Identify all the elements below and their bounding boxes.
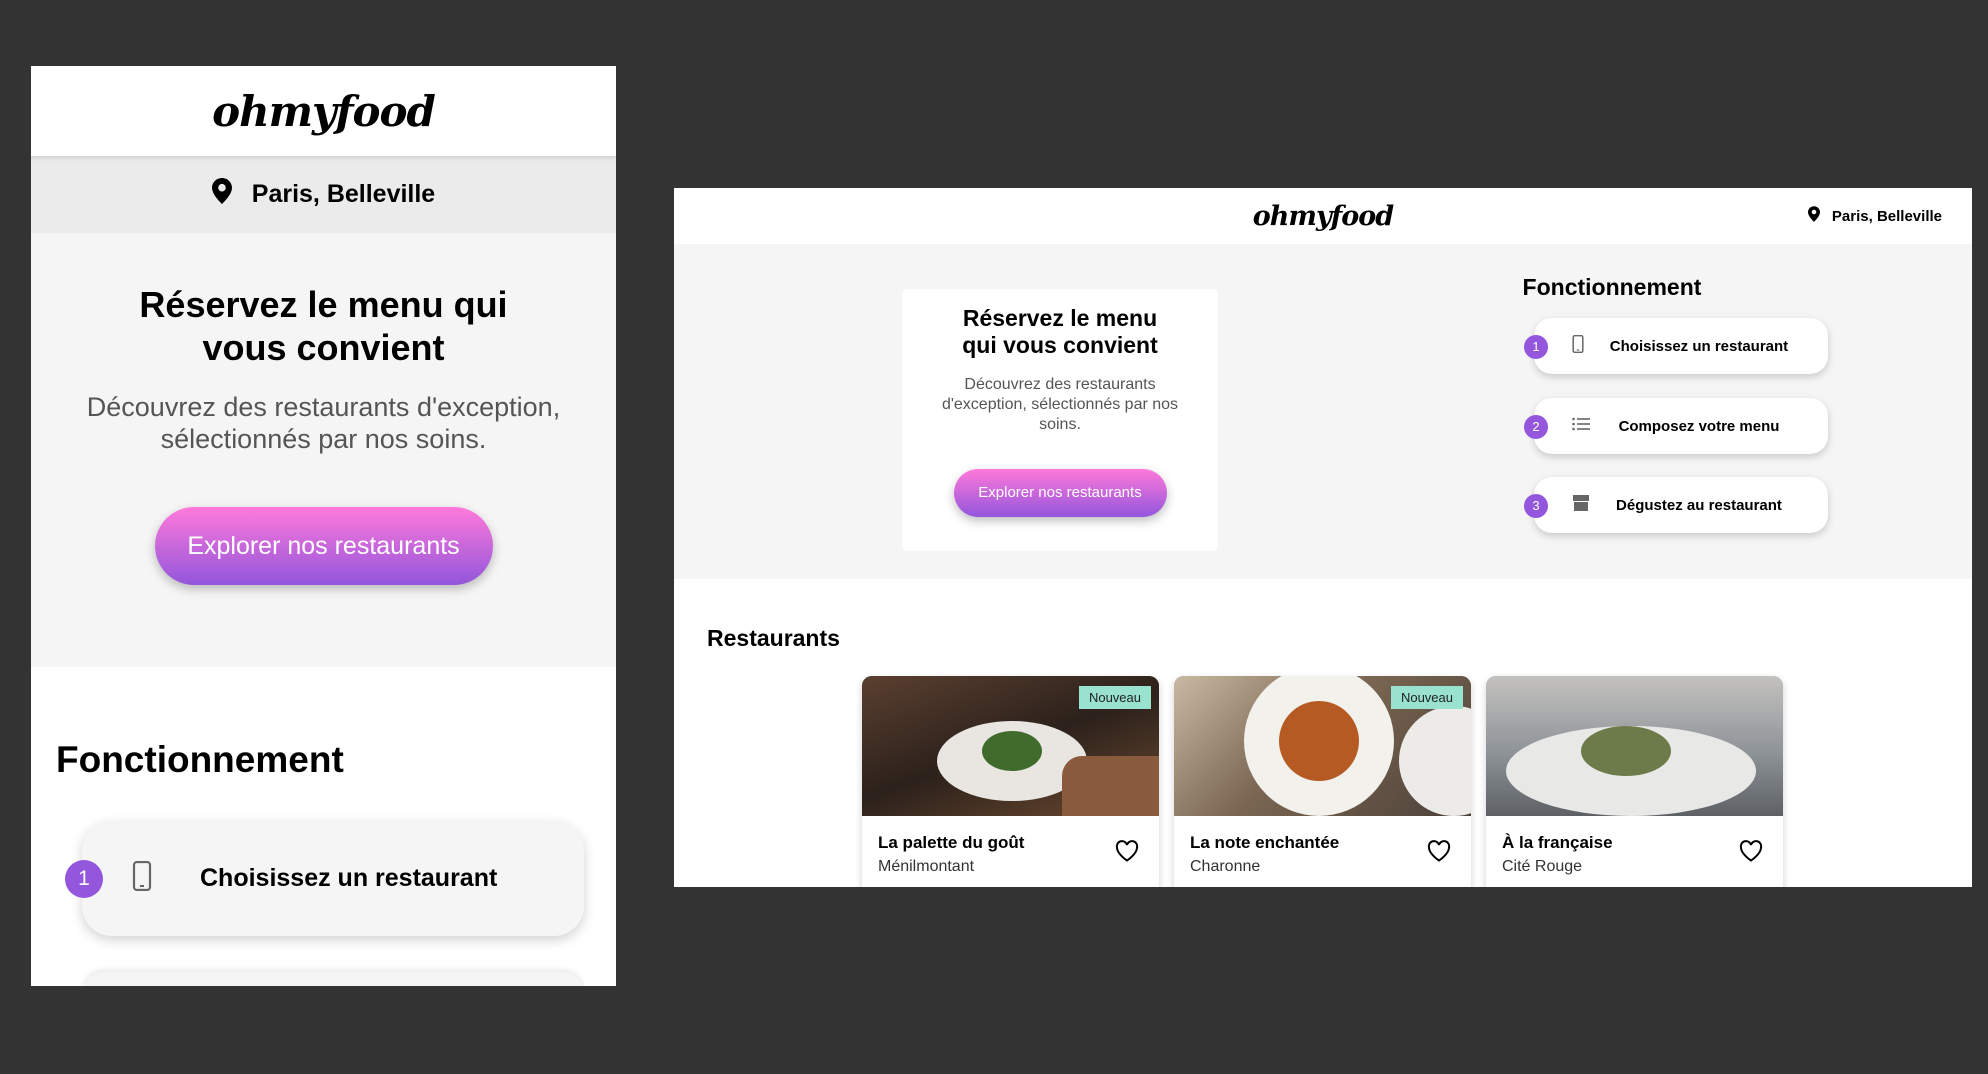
location-label: Paris, Belleville: [251, 180, 436, 208]
hero-subtitle: Découvrez des restaurants d'exception, s…: [86, 392, 561, 454]
step-label: Choisissez un restaurant: [200, 864, 498, 892]
how-title: Fonctionnement: [56, 739, 344, 780]
restaurants-title: Restaurants: [707, 625, 840, 651]
step-label: Dégustez au restaurant: [1616, 496, 1782, 514]
hero-title: Réservez le menu qui vous convient: [962, 305, 1158, 358]
restaurant-info: La note enchantée Charonne: [1174, 816, 1471, 876]
step-label: Choisissez un restaurant: [1609, 337, 1789, 355]
list-icon: [1572, 417, 1590, 436]
hero-section: Réservez le menu qui vous convient Décou…: [674, 244, 1972, 579]
how-title: Fonctionnement: [1522, 274, 1702, 300]
desktop-mockup: ohmyfood Paris, Belleville Réservez le m…: [674, 188, 1972, 887]
restaurant-image: Nouveau: [1174, 676, 1471, 816]
restaurant-image: Nouveau: [862, 676, 1159, 816]
heart-icon[interactable]: [1427, 840, 1451, 867]
location-pin-icon: [211, 178, 232, 211]
hero-subtitle: Découvrez des restaurants d'exception, s…: [941, 376, 1179, 433]
how-section: Fonctionnement 1 Choisissez un restauran…: [1434, 274, 1828, 533]
explore-button[interactable]: Explorer nos restaurants: [154, 507, 493, 585]
location-label: Paris, Belleville: [1831, 207, 1942, 225]
step-card-1[interactable]: 1 Choisissez un restaurant: [1524, 318, 1828, 374]
restaurant-cards: Nouveau La palette du goût Ménilmontant …: [862, 676, 1783, 887]
step-number: 1: [65, 860, 103, 898]
hero-title: Réservez le menu qui vous convient: [139, 284, 508, 368]
hero-card: Réservez le menu qui vous convient Décou…: [902, 289, 1218, 551]
new-badge: Nouveau: [1390, 686, 1463, 709]
location-indicator: Paris, Belleville: [1807, 188, 1942, 244]
step-card-3[interactable]: 3 Dégustez au restaurant: [1524, 477, 1828, 533]
step-card-1[interactable]: 1 Choisissez un restaurant: [65, 821, 584, 936]
restaurants-section: Restaurants: [674, 579, 1972, 652]
logo[interactable]: ohmyfood: [1253, 201, 1394, 232]
step-card-2[interactable]: 2 Composez votre menu: [1524, 398, 1828, 454]
restaurant-card[interactable]: Nouveau La palette du goût Ménilmontant: [862, 676, 1159, 887]
heart-icon[interactable]: [1739, 840, 1763, 867]
step-number: 3: [1524, 494, 1548, 518]
step-label: Composez votre menu: [1618, 417, 1780, 435]
mobile-header: ohmyfood: [31, 66, 616, 156]
restaurant-info: À la française Cité Rouge: [1486, 816, 1783, 876]
heart-icon[interactable]: [1115, 840, 1139, 867]
mobile-phone-icon: [1572, 334, 1590, 358]
store-icon: [1572, 494, 1590, 516]
hero-section: Réservez le menu qui vous convient Décou…: [31, 233, 616, 667]
location-bar: Paris, Belleville: [31, 156, 616, 233]
step-number: 1: [1524, 335, 1548, 359]
restaurant-image: [1486, 676, 1783, 816]
how-section: Fonctionnement 1 Choisissez un restauran…: [31, 667, 616, 936]
explore-button[interactable]: Explorer nos restaurants: [953, 469, 1167, 517]
step-card-2-partial[interactable]: [83, 972, 583, 986]
new-badge: Nouveau: [1078, 686, 1151, 709]
step-number: 2: [1524, 415, 1548, 439]
restaurant-card[interactable]: Nouveau La note enchantée Charonne: [1174, 676, 1471, 887]
restaurant-card[interactable]: À la française Cité Rouge: [1486, 676, 1783, 887]
mobile-mockup: ohmyfood Paris, Belleville Réservez le m…: [31, 66, 616, 986]
location-pin-icon: [1807, 206, 1820, 226]
mobile-phone-icon: [132, 860, 156, 896]
restaurant-info: La palette du goût Ménilmontant: [862, 816, 1159, 876]
logo[interactable]: ohmyfood: [212, 87, 436, 136]
desktop-header: ohmyfood Paris, Belleville: [674, 188, 1972, 244]
